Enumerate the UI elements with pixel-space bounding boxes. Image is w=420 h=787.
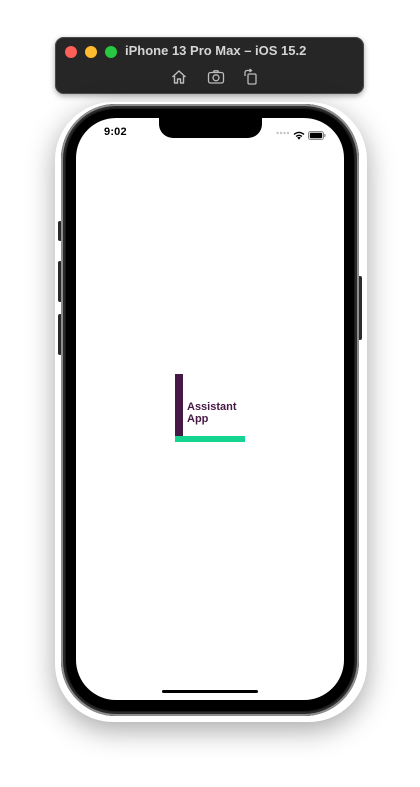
battery-icon (308, 127, 326, 145)
logo-line-1: Assistant (187, 401, 237, 413)
home-indicator[interactable] (162, 690, 258, 693)
device-screen[interactable]: 9:02 Assistant App (76, 118, 344, 700)
wifi-icon (293, 127, 305, 145)
logo-line-2: App (187, 413, 209, 425)
logo-horizontal-bar (175, 436, 245, 442)
screenshot-icon[interactable] (207, 68, 225, 86)
notch (159, 118, 262, 138)
window-close-button[interactable] (65, 46, 77, 58)
simulator-title-bar: iPhone 13 Pro Max – iOS 15.2 (55, 37, 364, 94)
simulator-window: iPhone 13 Pro Max – iOS 15.2 9:02 Assist… (0, 0, 420, 787)
app-logo: Assistant App (175, 374, 247, 444)
cellular-dots-icon (276, 131, 290, 137)
status-icons (276, 127, 326, 140)
logo-vertical-bar (175, 374, 183, 437)
simulator-title: iPhone 13 Pro Max – iOS 15.2 (125, 43, 307, 58)
home-icon[interactable] (170, 68, 188, 86)
window-minimize-button[interactable] (85, 46, 97, 58)
rotate-icon[interactable] (242, 68, 260, 86)
simulator-toolbar (170, 68, 270, 86)
logo-wordmark: Assistant App (187, 401, 237, 425)
window-zoom-button[interactable] (105, 46, 117, 58)
status-time: 9:02 (104, 126, 127, 138)
